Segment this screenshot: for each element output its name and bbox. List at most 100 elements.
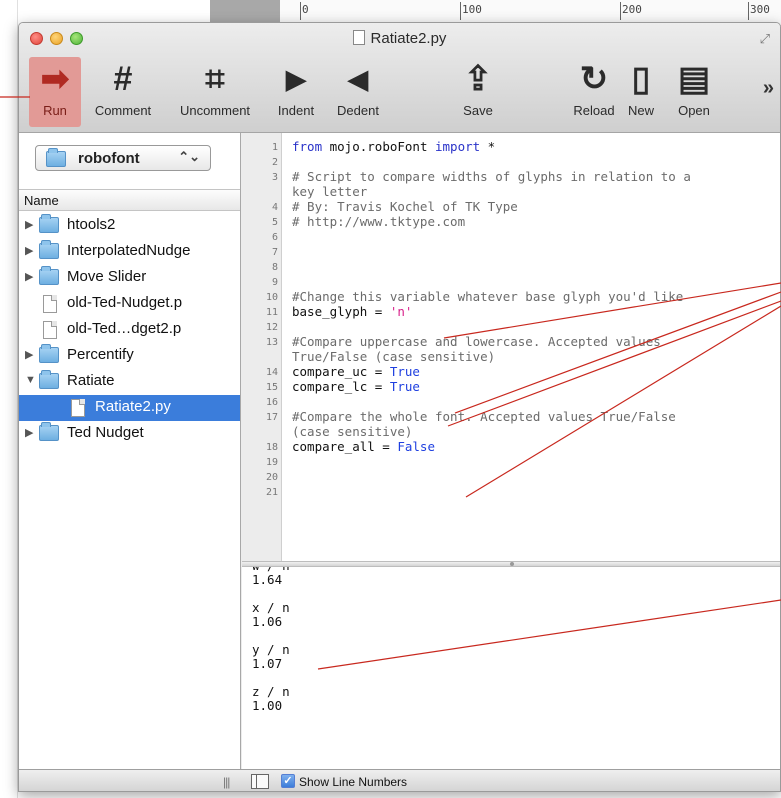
- show-line-numbers-label[interactable]: Show Line Numbers: [299, 775, 407, 789]
- file-icon: [71, 399, 85, 417]
- code-text: # Script to compare widths of glyphs in …: [292, 169, 691, 199]
- file-icon: [43, 321, 57, 339]
- indent-label: Indent: [277, 103, 315, 118]
- save-label: Save: [463, 103, 493, 118]
- code-text: compare_lc = True: [292, 379, 420, 394]
- toolbar-overflow-button[interactable]: »: [763, 77, 774, 100]
- popup-chevron-icon: ⌃⌄: [178, 149, 200, 164]
- line-number: 18: [265, 442, 278, 453]
- sidebar-item[interactable]: ▶ htools2: [19, 213, 240, 239]
- ruler-major-tick: [460, 2, 461, 20]
- sidebar-item[interactable]: Ratiate2.py: [19, 395, 240, 421]
- output-console[interactable]: w / n 1.64 x / n 1.06 y / n 1.07 z / n 1…: [242, 567, 780, 769]
- code-text: # http://www.tktype.com: [292, 214, 466, 229]
- sidebar-item[interactable]: ▶ InterpolatedNudge: [19, 239, 240, 265]
- sidebar-item-label: htools2: [67, 216, 116, 233]
- line-number: 4: [271, 202, 278, 213]
- sidebar-item[interactable]: ▶ Move Slider: [19, 265, 240, 291]
- disclosure-collapsed-icon[interactable]: ▶: [25, 348, 33, 361]
- code-text: base_glyph = 'n': [292, 304, 413, 319]
- code-text: compare_all = False: [292, 439, 435, 454]
- dedent-button[interactable]: ◀ Dedent: [327, 57, 389, 127]
- folder-icon: [46, 148, 66, 167]
- reload-icon: ↻: [579, 60, 609, 98]
- line-number: 8: [271, 262, 278, 273]
- name-column-header[interactable]: Name: [19, 189, 240, 211]
- scripting-window: Ratiate2.py ⤢ ➡ Run # Comment ⌗ Uncommen…: [18, 22, 781, 792]
- line-number: 9: [271, 277, 278, 288]
- ruler-major-tick: [300, 2, 301, 20]
- code-line: 15 compare_lc = True: [242, 379, 780, 394]
- sidebar-item-label: Ratiate: [67, 372, 115, 389]
- disclosure-collapsed-icon[interactable]: ▶: [25, 270, 33, 283]
- sidebar-item-label: old-Ted…dget2.p: [67, 320, 182, 337]
- sidebar-item[interactable]: old-Ted…dget2.p: [19, 317, 240, 343]
- window-title-text: Ratiate2.py: [370, 30, 447, 47]
- save-button[interactable]: ⇪ Save: [451, 57, 505, 127]
- toggle-sidebar-icon[interactable]: [251, 774, 269, 789]
- disclosure-collapsed-icon[interactable]: ▶: [25, 426, 33, 439]
- code-line: 6: [242, 229, 780, 244]
- sidebar-resize-grip[interactable]: |||: [223, 775, 230, 789]
- bottom-bar: ||| ✓ Show Line Numbers: [19, 769, 780, 791]
- comment-label: Comment: [94, 103, 152, 118]
- comment-button[interactable]: # Comment: [81, 57, 165, 127]
- sidebar-item-label: Ratiate2.py: [95, 398, 171, 415]
- sidebar-item[interactable]: ▶ Percentify: [19, 343, 240, 369]
- folder-icon: [39, 370, 59, 389]
- run-label: Run: [43, 103, 67, 118]
- ruler-label-300: 300: [750, 3, 770, 16]
- line-number: 7: [271, 247, 278, 258]
- run-button[interactable]: ➡ Run: [29, 57, 81, 127]
- fullscreen-icon[interactable]: ⤢: [760, 31, 770, 47]
- folder-popup-button[interactable]: robofont ⌃⌄: [35, 145, 211, 171]
- code-line: 16: [242, 394, 780, 409]
- sidebar-item[interactable]: ▶ Ted Nudget: [19, 421, 240, 447]
- code-line: 1 from mojo.roboFont import *: [242, 139, 780, 154]
- window-title: Ratiate2.py: [19, 30, 780, 47]
- code-editor[interactable]: 1 from mojo.roboFont import * 2 3 # Script t…: [242, 133, 780, 561]
- sidebar-item[interactable]: old-Ted-Nudget.p: [19, 291, 240, 317]
- ruler-label-0: 0: [302, 3, 309, 16]
- line-number: 13: [265, 337, 278, 348]
- code-line: 14 compare_uc = True: [242, 364, 780, 379]
- indent-icon: ▶: [286, 64, 306, 94]
- splitter-handle[interactable]: [510, 562, 514, 566]
- ruler-label-200: 200: [622, 3, 642, 16]
- reload-button[interactable]: ↻ Reload: [567, 57, 621, 127]
- sidebar-item-label: Ted Nudget: [67, 424, 144, 441]
- code-line: 12: [242, 319, 780, 334]
- line-number: 6: [271, 232, 278, 243]
- new-label: New: [627, 103, 654, 118]
- disclosure-collapsed-icon[interactable]: ▶: [25, 244, 33, 257]
- new-button[interactable]: ▯ New: [621, 57, 661, 127]
- code-line: 19: [242, 454, 780, 469]
- line-number: 2: [271, 157, 278, 168]
- folder-icon: [39, 214, 59, 233]
- disclosure-expanded-icon[interactable]: ▼: [25, 374, 36, 386]
- line-number: 1: [271, 142, 278, 153]
- code-line: 2: [242, 154, 780, 169]
- document-icon: [352, 30, 365, 45]
- code-text: compare_uc = True: [292, 364, 420, 379]
- toolbar: ➡ Run # Comment ⌗ Uncomment ▶ Indent ◀ D…: [19, 53, 780, 131]
- line-number: 20: [265, 472, 278, 483]
- uncomment-button[interactable]: ⌗ Uncomment: [165, 57, 265, 127]
- code-line: 4 # By: Travis Kochel of TK Type: [242, 199, 780, 214]
- code-line: 9: [242, 274, 780, 289]
- open-button[interactable]: ▤ Open: [667, 57, 721, 127]
- background-canvas-edge: [0, 0, 18, 798]
- line-number: 3: [271, 172, 278, 183]
- folder-popup-label: robofont: [78, 150, 140, 167]
- code-line: 18 compare_all = False: [242, 439, 780, 454]
- disclosure-collapsed-icon[interactable]: ▶: [25, 218, 33, 231]
- dedent-label: Dedent: [337, 103, 379, 118]
- show-line-numbers-checkbox[interactable]: ✓: [281, 774, 295, 788]
- sidebar-item[interactable]: ▼ Ratiate: [19, 369, 240, 395]
- indent-button[interactable]: ▶ Indent: [265, 57, 327, 127]
- uncomment-label: Uncomment: [179, 103, 251, 118]
- line-number: 19: [265, 457, 278, 468]
- hash-icon: #: [113, 60, 133, 98]
- ruler-major-tick: [748, 2, 749, 20]
- ruler-label-100: 100: [462, 3, 482, 16]
